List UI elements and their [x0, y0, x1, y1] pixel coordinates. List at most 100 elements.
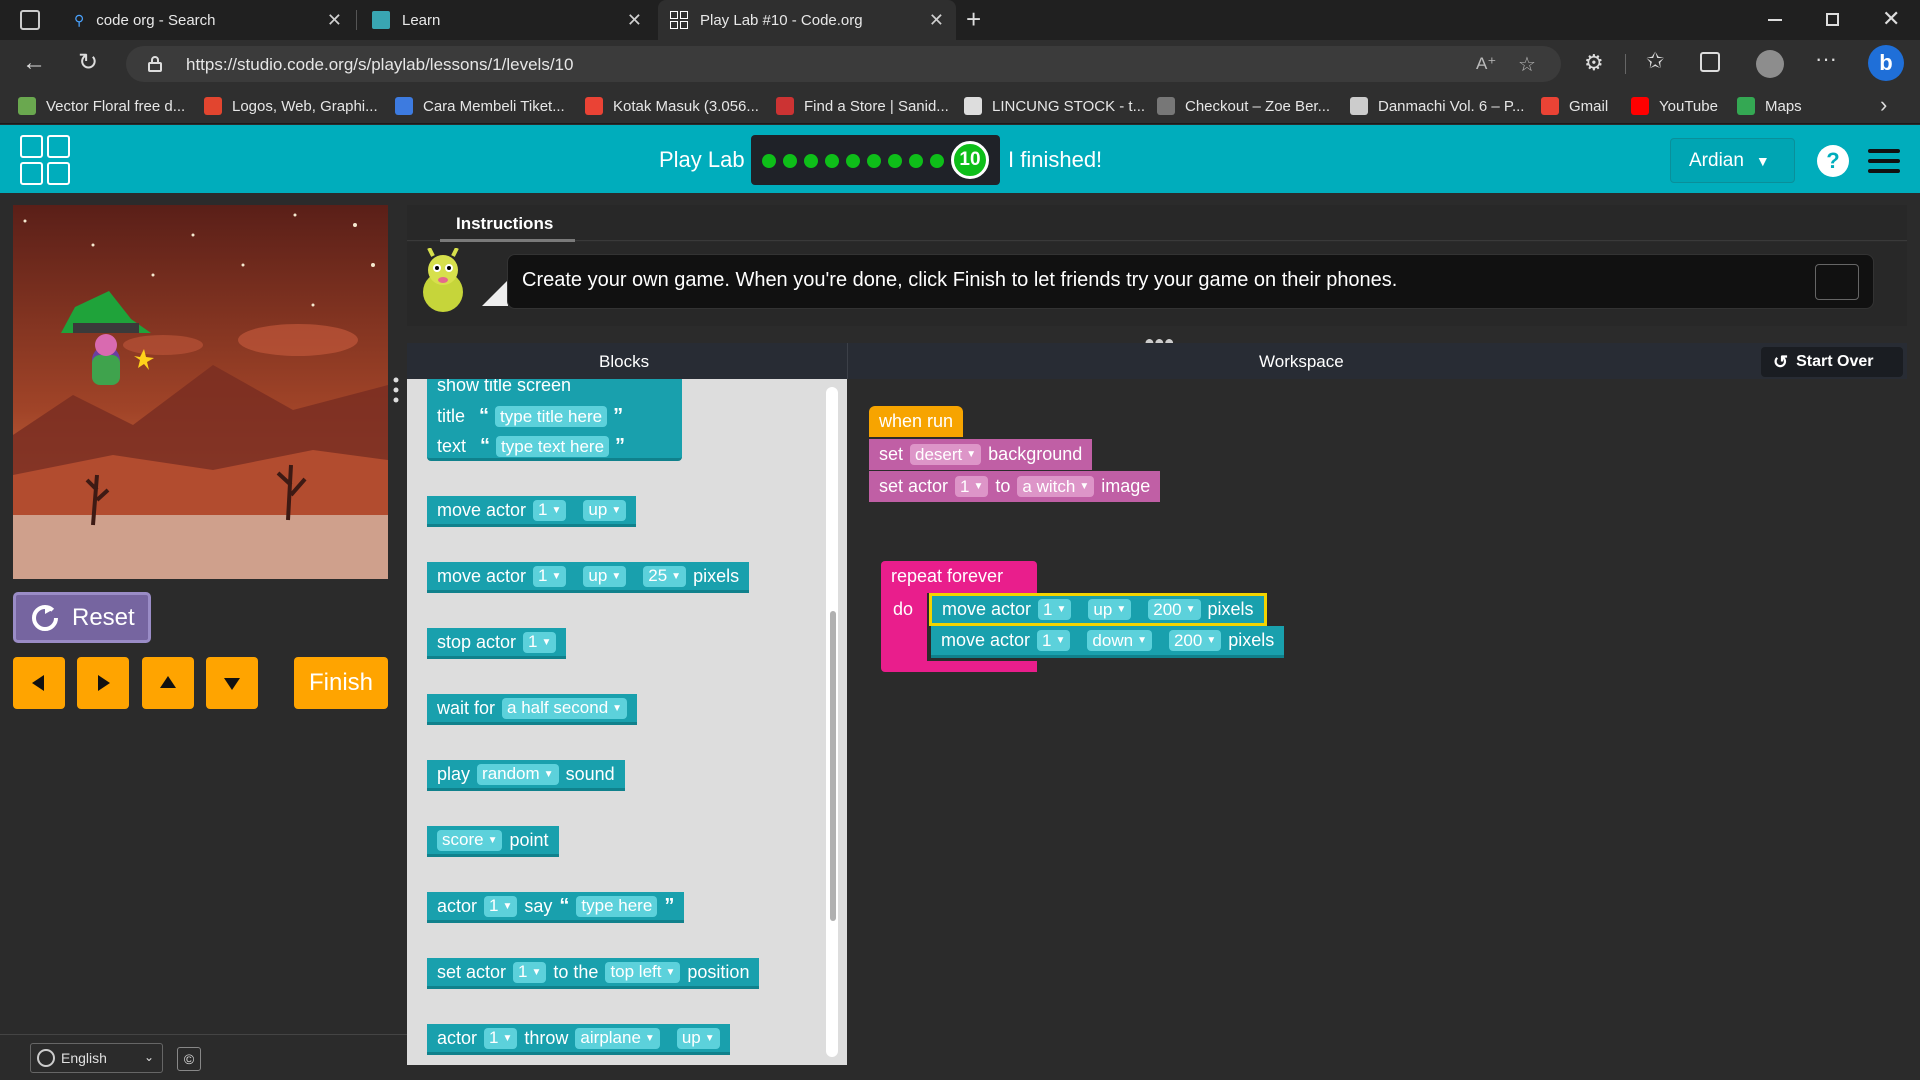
actor-dropdown[interactable]: 1 ▼	[533, 499, 567, 521]
direction-dropdown[interactable]: up ▼	[1088, 599, 1132, 620]
favorites-icon[interactable]: ✩	[1646, 48, 1664, 74]
direction-dropdown[interactable]: up ▼	[676, 1027, 720, 1049]
distance-dropdown[interactable]: 200 ▼	[1148, 599, 1201, 620]
level-dot[interactable]	[909, 154, 923, 168]
lesson-title[interactable]: Play Lab	[659, 147, 745, 173]
actor-throw-block[interactable]: actor 1 ▼ throw airplane ▼ up ▼	[427, 1024, 730, 1055]
bing-icon[interactable]: b	[1868, 45, 1904, 81]
level-dot[interactable]	[846, 154, 860, 168]
workspace-canvas[interactable]: when run set desert ▼ background set acto…	[847, 379, 1907, 1065]
bookmark-item[interactable]: Checkout – Zoe Ber...	[1157, 96, 1330, 116]
actor-dropdown[interactable]: 1 ▼	[955, 476, 989, 497]
play-sound-block[interactable]: play random ▼ sound	[427, 760, 625, 791]
bookmark-item[interactable]: Logos, Web, Graphi...	[204, 96, 378, 116]
move-actor-pixels-block[interactable]: move actor 1 ▼ up ▼ 25 ▼ pixels	[427, 562, 750, 593]
title-text-field[interactable]: type title here	[495, 406, 608, 427]
move-actor-block[interactable]: move actor 1 ▼ up ▼	[427, 496, 637, 527]
profile-avatar[interactable]	[1756, 50, 1784, 78]
toolbox-scroll-thumb[interactable]	[830, 611, 836, 921]
level-dot[interactable]	[825, 154, 839, 168]
text-to-speech-icon[interactable]	[1815, 264, 1859, 300]
image-dropdown[interactable]: a witch ▼	[1017, 476, 1095, 497]
current-level-badge[interactable]: 10	[951, 141, 989, 179]
tab-instructions[interactable]: Instructions	[456, 214, 553, 234]
actor-dropdown[interactable]: 1 ▼	[523, 631, 557, 653]
actor-dropdown[interactable]: 1 ▼	[1038, 599, 1072, 620]
help-button[interactable]: ?	[1817, 145, 1849, 177]
bookmark-item[interactable]: Kotak Masuk (3.056...	[585, 96, 759, 116]
direction-dropdown[interactable]: down ▼	[1087, 630, 1152, 651]
down-arrow-button[interactable]	[206, 657, 258, 709]
distance-dropdown[interactable]: 200 ▼	[1168, 630, 1222, 651]
position-dropdown[interactable]: top left ▼	[605, 961, 681, 983]
tab-search[interactable]: ⚲ code org - Search ✕	[62, 0, 354, 40]
wait-dropdown[interactable]: a half second ▼	[502, 697, 628, 719]
collections-icon[interactable]	[1700, 52, 1720, 72]
right-arrow-button[interactable]	[77, 657, 129, 709]
bookmark-item[interactable]: Danmachi Vol. 6 – P...	[1350, 96, 1524, 116]
finished-link[interactable]: I finished!	[1008, 147, 1102, 173]
copyright-button[interactable]: ©	[177, 1047, 201, 1071]
set-position-block[interactable]: set actor 1 ▼ to the top left ▼ position	[427, 958, 760, 989]
close-icon[interactable]: ✕	[327, 11, 342, 29]
minimize-icon[interactable]	[1768, 19, 1782, 21]
hamburger-menu-icon[interactable]	[1868, 149, 1900, 173]
stop-actor-block[interactable]: stop actor 1 ▼	[427, 628, 567, 659]
actor-dropdown[interactable]: 1 ▼	[533, 565, 567, 587]
bookmark-item[interactable]: Gmail	[1541, 96, 1608, 116]
finish-button[interactable]: Finish	[294, 657, 388, 709]
close-icon[interactable]: ✕	[627, 11, 642, 29]
bookmark-item[interactable]: Maps	[1737, 96, 1802, 116]
bookmark-item[interactable]: Vector Floral free d...	[18, 96, 185, 116]
chevron-right-icon[interactable]: ›	[1880, 92, 1887, 118]
tab-learn[interactable]: Learn ✕	[362, 0, 654, 40]
distance-dropdown[interactable]: 25 ▼	[643, 565, 687, 587]
codeorg-logo[interactable]	[20, 135, 72, 187]
title-screen-block[interactable]: show title screen title “ type title her…	[427, 379, 682, 461]
reset-button[interactable]: Reset	[13, 592, 151, 643]
actor-say-block[interactable]: actor 1 ▼ say “ type here ”	[427, 892, 685, 923]
maximize-icon[interactable]	[1826, 13, 1839, 26]
language-select[interactable]: English ⌄	[30, 1043, 163, 1073]
more-options-icon[interactable]: ···	[1815, 46, 1837, 72]
extensions-icon[interactable]: ⚙	[1584, 50, 1604, 76]
bookmark-item[interactable]: Cara Membeli Tiket...	[395, 96, 565, 116]
favorite-star-icon[interactable]: ☆	[1518, 52, 1536, 77]
start-over-button[interactable]: ↺ Start Over	[1761, 347, 1903, 377]
read-aloud-icon[interactable]: A⁺	[1476, 54, 1496, 74]
vertical-resize-handle-icon[interactable]	[393, 376, 399, 406]
set-background-block[interactable]: set desert ▼ background	[869, 439, 1093, 470]
say-text-field[interactable]: type here	[576, 895, 658, 917]
direction-dropdown[interactable]: up ▼	[583, 565, 627, 587]
text-text-field[interactable]: type text here	[496, 436, 610, 457]
projectile-dropdown[interactable]: airplane ▼	[575, 1027, 660, 1049]
set-actor-image-block[interactable]: set actor 1 ▼ to a witch ▼ image	[869, 471, 1161, 502]
move-actor-up-block[interactable]: move actor 1 ▼ up ▼ 200 ▼ pixels	[929, 593, 1267, 626]
move-actor-down-block[interactable]: move actor 1 ▼ down ▼ 200 ▼ pixels	[931, 626, 1285, 658]
level-dot[interactable]	[804, 154, 818, 168]
actor-dropdown[interactable]: 1 ▼	[484, 895, 518, 917]
window-close-icon[interactable]: ✕	[1882, 6, 1900, 32]
direction-dropdown[interactable]: up ▼	[583, 499, 627, 521]
user-menu-button[interactable]: Ardian ▼	[1670, 138, 1795, 183]
level-dot[interactable]	[888, 154, 902, 168]
reload-icon[interactable]: ↻	[78, 48, 98, 77]
actor-dropdown[interactable]: 1 ▼	[484, 1027, 518, 1049]
score-dropdown[interactable]: score ▼	[437, 829, 503, 851]
tab-playlab[interactable]: Play Lab #10 - Code.org ✕	[658, 0, 956, 40]
when-run-block[interactable]: when run	[869, 406, 964, 437]
sound-dropdown[interactable]: random ▼	[477, 763, 559, 785]
left-arrow-button[interactable]	[13, 657, 65, 709]
actor-dropdown[interactable]: 1 ▼	[513, 961, 547, 983]
bookmark-item[interactable]: Find a Store | Sanid...	[776, 96, 949, 116]
back-arrow-icon[interactable]: ←	[22, 49, 46, 77]
level-dot[interactable]	[930, 154, 944, 168]
background-dropdown[interactable]: desert ▼	[910, 444, 982, 465]
tab-actions-icon[interactable]	[20, 10, 40, 30]
close-icon[interactable]: ✕	[929, 11, 944, 29]
url-field[interactable]: https://studio.code.org/s/playlab/lesson…	[126, 46, 1561, 82]
bookmark-item[interactable]: YouTube	[1631, 96, 1718, 116]
actor-dropdown[interactable]: 1 ▼	[1037, 630, 1071, 651]
level-dot[interactable]	[783, 154, 797, 168]
game-stage[interactable]	[13, 205, 388, 579]
